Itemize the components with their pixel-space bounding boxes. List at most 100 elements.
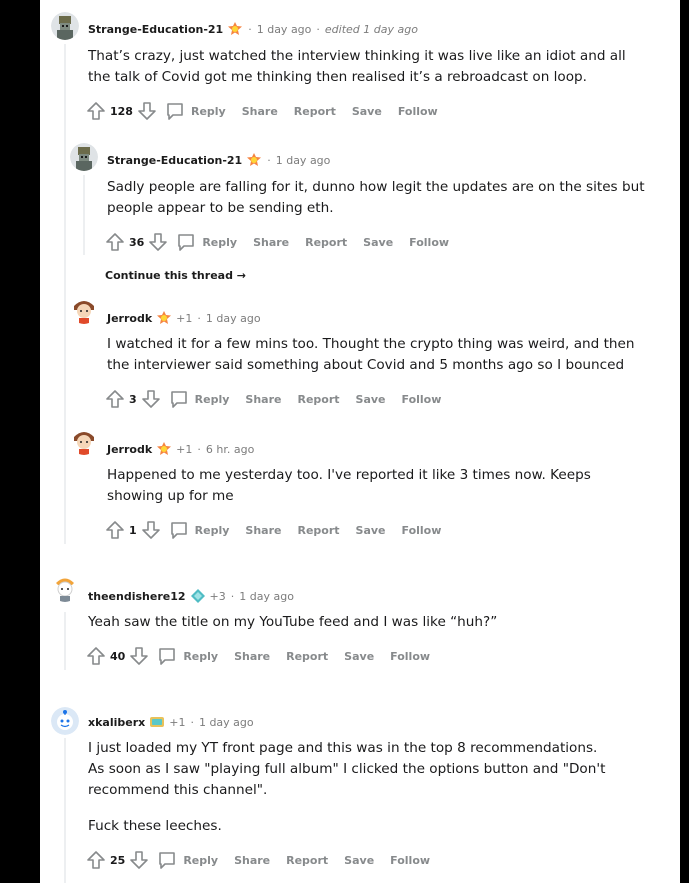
avatar[interactable] [51,574,79,602]
downvote-icon[interactable] [141,389,161,409]
username[interactable]: theendishere12 [88,590,186,603]
downvote-icon[interactable] [129,850,149,870]
continue-thread-link[interactable]: Continue this thread → [105,269,246,282]
comment-paragraph: That’s crazy, just watched the interview… [88,48,626,85]
upvote-icon[interactable] [105,232,125,252]
comment-header: xkaliberx +1 · 1 day ago [88,715,254,729]
comment-paragraph: Yeah saw the title on my YouTube feed an… [88,614,498,630]
karma: +3 [209,589,226,603]
username[interactable]: Strange-Education-21 [88,23,223,36]
thread-line[interactable] [64,44,66,544]
comment-actions: 36 Reply Share Report Save Follow [105,230,465,254]
reply-button[interactable]: Reply [176,232,253,252]
reply-button[interactable]: Reply [169,520,246,540]
timestamp[interactable]: 6 hr. ago [206,443,254,456]
upvote-icon[interactable] [105,389,125,409]
comment-actions: 128 Reply Share Report Save Follow [86,99,454,123]
comment-header: Strange-Education-21 · 1 day ago [107,153,331,167]
comment-actions: 25 Reply Share Report Save Follow [86,848,446,872]
timestamp[interactable]: 1 day ago [276,154,331,167]
avatar[interactable] [51,707,79,735]
edited-label: edited 1 day ago [324,22,418,36]
avatar[interactable] [70,296,98,324]
comment-actions: 1 Reply Share Report Save Follow [105,518,457,542]
timestamp[interactable]: 1 day ago [257,23,312,36]
share-button[interactable]: Share [245,524,297,537]
share-button[interactable]: Share [245,393,297,406]
comment-body: Yeah saw the title on my YouTube feed an… [88,612,648,633]
karma: +1 [176,442,193,456]
follow-button[interactable]: Follow [390,650,446,663]
reply-button[interactable]: Reply [157,646,234,666]
share-button[interactable]: Share [242,105,294,118]
follow-button[interactable]: Follow [390,854,446,867]
save-button[interactable]: Save [356,524,402,537]
comment-body: I just loaded my YT front page and this … [88,738,618,837]
upvote-icon[interactable] [105,520,125,540]
comment-header: Jerrodk +1 · 1 day ago [107,311,261,325]
report-button[interactable]: Report [297,393,355,406]
avatar[interactable] [70,427,98,455]
comment-bubble-icon [169,520,189,540]
comments-panel: Strange-Education-21 · 1 day ago · edite… [40,0,680,883]
score: 40 [110,649,126,663]
downvote-icon[interactable] [141,520,161,540]
thread-line[interactable] [64,612,66,670]
score: 1 [129,523,137,537]
save-button[interactable]: Save [363,236,409,249]
save-button[interactable]: Save [344,650,390,663]
comment-bubble-icon [165,101,185,121]
follow-button[interactable]: Follow [398,105,454,118]
reply-button[interactable]: Reply [157,850,234,870]
save-button[interactable]: Save [352,105,398,118]
upvote-icon[interactable] [86,646,106,666]
reply-button[interactable]: Reply [165,101,242,121]
report-button[interactable]: Report [294,105,352,118]
downvote-icon[interactable] [129,646,149,666]
karma: +1 [176,311,193,325]
score: 36 [129,235,145,249]
share-button[interactable]: Share [234,650,286,663]
report-button[interactable]: Report [286,650,344,663]
username[interactable]: xkaliberx [88,716,145,729]
share-button[interactable]: Share [234,854,286,867]
comment-bubble-icon [157,646,177,666]
score: 3 [129,392,137,406]
username[interactable]: Strange-Education-21 [107,154,242,167]
follow-button[interactable]: Follow [402,393,458,406]
reply-button[interactable]: Reply [169,389,246,409]
comment-paragraph: Fuck these leeches. [88,818,222,834]
upvote-icon[interactable] [86,101,106,121]
report-button[interactable]: Report [305,236,363,249]
save-button[interactable]: Save [344,854,390,867]
comment-header: Strange-Education-21 · 1 day ago · edite… [88,22,418,36]
upvote-icon[interactable] [86,850,106,870]
downvote-icon[interactable] [148,232,168,252]
username[interactable]: Jerrodk [107,312,152,325]
avatar[interactable] [70,143,98,171]
timestamp[interactable]: 1 day ago [199,716,254,729]
timestamp[interactable]: 1 day ago [206,312,261,325]
comment-bubble-icon [169,389,189,409]
karma: +1 [169,715,186,729]
comment-bubble-icon [176,232,196,252]
share-button[interactable]: Share [253,236,305,249]
thread-line[interactable] [83,175,85,255]
timestamp[interactable]: 1 day ago [239,590,294,603]
comment-paragraph: Happened to me yesterday too. I've repor… [107,467,591,504]
arrow-right-icon: → [236,269,247,282]
comment-paragraph: I just loaded my YT front page and this … [88,740,606,798]
report-button[interactable]: Report [297,524,355,537]
follow-button[interactable]: Follow [409,236,465,249]
comment-actions: 40 Reply Share Report Save Follow [86,644,446,668]
score: 25 [110,853,126,867]
save-button[interactable]: Save [356,393,402,406]
thread-line[interactable] [64,738,66,883]
username[interactable]: Jerrodk [107,443,152,456]
avatar[interactable] [51,12,79,40]
downvote-icon[interactable] [137,101,157,121]
comment-header: Jerrodk +1 · 6 hr. ago [107,442,255,456]
follow-button[interactable]: Follow [402,524,458,537]
comment-body: Happened to me yesterday too. I've repor… [107,465,607,507]
report-button[interactable]: Report [286,854,344,867]
